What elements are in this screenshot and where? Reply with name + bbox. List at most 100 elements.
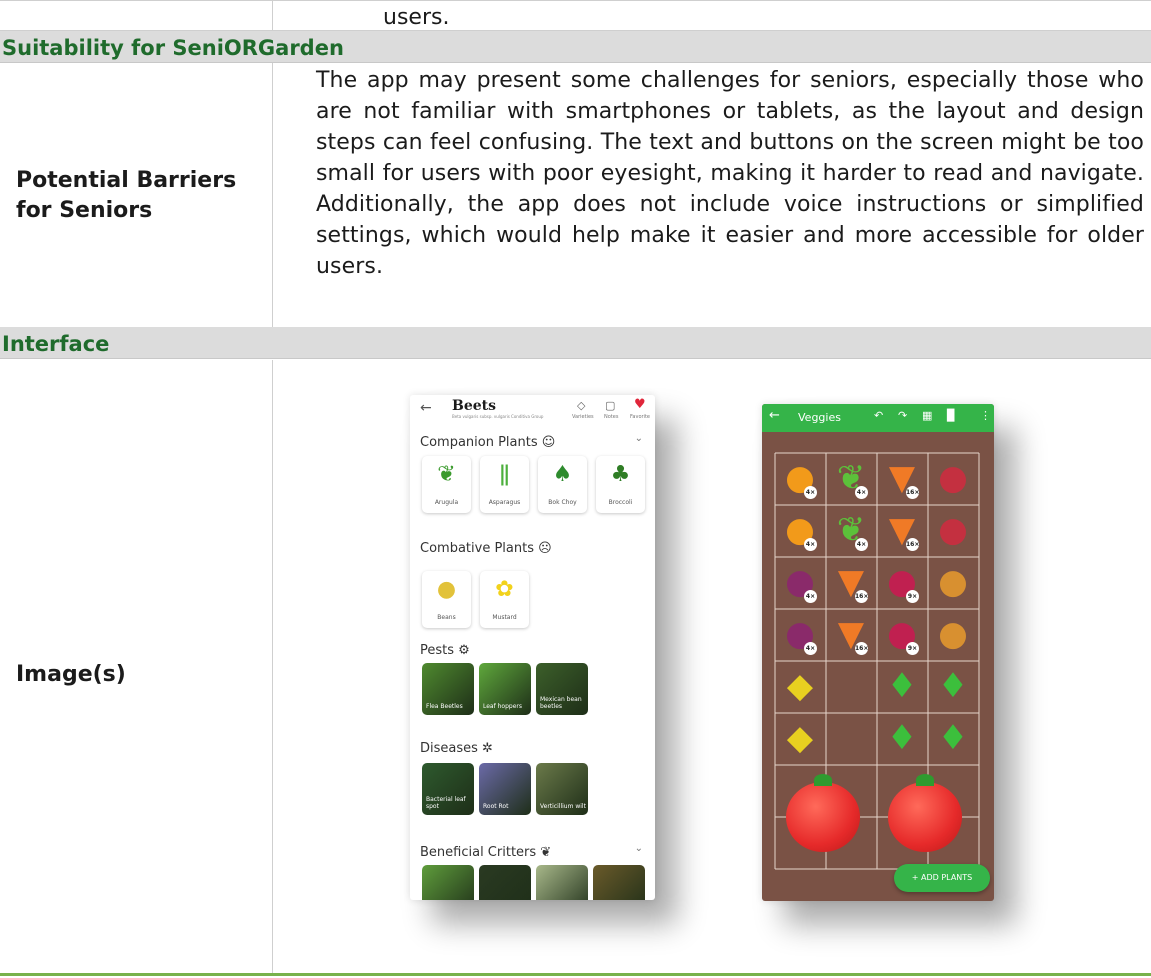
more-icon: ⋮: [980, 409, 991, 422]
plant-icon: ●: [938, 562, 968, 602]
notes-icon: ▢: [605, 399, 616, 412]
photo-tile: [593, 865, 645, 900]
photo-tile: Mexican bean beetles: [536, 663, 588, 715]
plant-count-badge: 4×: [855, 538, 868, 551]
varieties-label: Varieties: [572, 414, 594, 420]
chevron-down-icon: ⌄: [634, 433, 643, 444]
plant-icon: ✿: [495, 577, 514, 602]
barriers-text: The app may present some challenges for …: [316, 68, 1144, 279]
plant-card-label: Asparagus: [488, 499, 521, 506]
previous-row: users.: [0, 0, 1151, 32]
plant-icon: ♦: [937, 718, 969, 758]
garden-toolbar: ← Veggies ↶ ↷ ▦ ▉ ⋮: [762, 404, 994, 432]
add-plants-button: + ADD PLANTS: [894, 864, 990, 892]
plant-icon: ❦: [437, 462, 456, 487]
plant-icon: ●: [436, 577, 457, 602]
photo-tile: Flea Beetles: [422, 663, 474, 715]
barriers-label: Potential Barriers for Seniors: [16, 166, 236, 226]
back-arrow-icon: ←: [420, 400, 432, 416]
plant-icon: ●: [938, 614, 968, 654]
column-divider: [272, 63, 273, 327]
critters-title: Beneficial Critters ❦: [420, 845, 552, 860]
plant-count-badge: 4×: [804, 590, 817, 603]
tomato-stem-icon: [814, 774, 832, 786]
plant-icon: ♣: [610, 462, 631, 487]
photo-tile: Leaf hoppers: [479, 663, 531, 715]
plant-card-label: Broccoli: [608, 499, 633, 506]
plant-icon: ♦: [886, 718, 918, 758]
previous-row-text: users.: [383, 5, 450, 30]
photo-tile-label: Verticillium wilt: [540, 803, 586, 810]
plant-card: ● Beans: [422, 571, 471, 628]
section-heading-suitability: Suitability for SeniORGarden: [2, 36, 344, 60]
plant-card-label: Mustard: [492, 614, 517, 621]
plant-icon: ♠: [552, 462, 573, 487]
barriers-label-line2: for Seniors: [16, 198, 153, 223]
leaf-icon: ◇: [577, 399, 586, 412]
images-label: Image(s): [16, 662, 126, 687]
garden-title: Veggies: [798, 411, 841, 424]
photo-tile: Bacterial leaf spot: [422, 763, 474, 815]
notes-label: Notes: [604, 414, 619, 420]
plant-card-label: Beans: [437, 614, 456, 621]
redo-icon: ↷: [898, 409, 908, 422]
plant-card: ǁ Asparagus: [480, 456, 529, 513]
plant-count-badge: 4×: [804, 642, 817, 655]
plant-icon: ♦: [937, 666, 969, 706]
column-divider: [272, 360, 273, 973]
plant-subtitle: Beta vulgaris subsp. vulgaris Conditiva …: [452, 414, 544, 419]
plant-card-label: Bok Choy: [548, 499, 577, 506]
plant-card: ❦ Arugula: [422, 456, 471, 513]
photo-tile-label: Mexican bean beetles: [540, 696, 582, 710]
plant-card-label: Arugula: [434, 499, 459, 506]
plant-icon: ◆: [786, 666, 814, 706]
column-divider: [272, 1, 273, 32]
tomato-stem-icon: [916, 774, 934, 786]
section-heading-interface: Interface: [2, 332, 110, 356]
grid-icon: ▦: [922, 409, 933, 422]
plant-count-badge: 4×: [804, 538, 817, 551]
plant-title: Beets: [452, 398, 496, 414]
diseases-title: Diseases ✲: [420, 741, 493, 756]
plant-count-badge: 4×: [804, 486, 817, 499]
favorite-label: Favorite: [630, 414, 650, 420]
photo-tile-label: Root Rot: [483, 803, 509, 810]
plant-count-badge: 4×: [855, 486, 868, 499]
tomato-icon: [786, 774, 860, 852]
back-arrow-icon: ←: [769, 408, 780, 423]
photo-tile-label: Bacterial leaf spot: [426, 796, 466, 810]
companion-title: Companion Plants ☺: [420, 435, 556, 450]
undo-icon: ↶: [874, 409, 884, 422]
app-screenshot-garden-grid: ← Veggies ↶ ↷ ▦ ▉ ⋮ ● 4× ❦ 4× ▼ 16× ● ● 4× ❦ 4× ▼ 16…: [762, 404, 994, 901]
plant-icon: ●: [938, 458, 968, 498]
photo-tile-label: Leaf hoppers: [483, 703, 522, 710]
heart-icon: ♥: [634, 397, 646, 412]
photo-tile: Root Rot: [479, 763, 531, 815]
plant-card: ✿ Mustard: [480, 571, 529, 628]
plant-icon: ♦: [886, 666, 918, 706]
photo-tile: Assassin: [479, 865, 531, 900]
plant-icon: ●: [938, 510, 968, 550]
photo-tile: [536, 865, 588, 900]
detail-header: ← Beets Beta vulgaris subsp. vulgaris Co…: [410, 395, 655, 421]
barriers-label-line1: Potential Barriers: [16, 168, 237, 193]
table-bottom-rule: [0, 973, 1151, 976]
save-icon: ▉: [947, 409, 956, 422]
document-page: users. Suitability for SeniORGarden Pote…: [0, 0, 1151, 978]
combative-title: Combative Plants ☹: [420, 541, 552, 556]
plant-card: ♠ Bok Choy: [538, 456, 587, 513]
plant-count-badge: 9×: [906, 642, 919, 655]
tomato-icon: [888, 774, 962, 852]
photo-tile-label: Flea Beetles: [426, 703, 463, 710]
plant-count-badge: 9×: [906, 590, 919, 603]
plant-icon: ǁ: [499, 462, 510, 487]
app-screenshot-plant-detail: ← Beets Beta vulgaris subsp. vulgaris Co…: [410, 395, 655, 900]
plant-icon: ◆: [786, 718, 814, 758]
plant-card: ♣ Broccoli: [596, 456, 645, 513]
photo-tile: Aphid: [422, 865, 474, 900]
pests-title: Pests ⚙: [420, 643, 470, 658]
chevron-down-icon: ⌄: [634, 843, 643, 854]
section-suitability: Suitability for SeniORGarden: [0, 31, 1151, 63]
photo-tile: Verticillium wilt: [536, 763, 588, 815]
section-interface: Interface: [0, 327, 1151, 359]
